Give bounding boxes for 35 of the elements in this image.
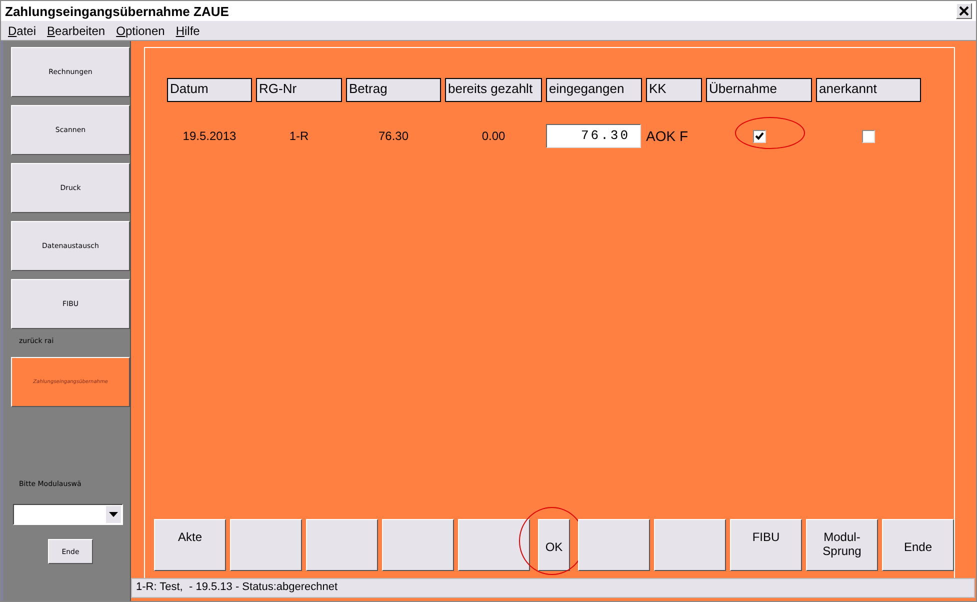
- close-icon[interactable]: [956, 3, 972, 19]
- action-button[interactable]: [230, 519, 302, 571]
- menu-item[interactable]: Optionen: [116, 24, 165, 38]
- action-button[interactable]: [578, 519, 650, 571]
- action-button[interactable]: FIBU: [730, 519, 802, 571]
- action-button[interactable]: Akte: [154, 519, 226, 571]
- checkbox[interactable]: [752, 130, 766, 142]
- column-header: Übernahme: [706, 78, 812, 102]
- action-button[interactable]: [654, 519, 726, 571]
- action-button[interactable]: [458, 519, 530, 571]
- table-cell-text: 76.30: [377, 129, 410, 143]
- status-bar: 1-R: Test, - 19.5.13 - Status:abgerechnet: [131, 578, 975, 598]
- column-header: RG-Nr: [256, 78, 342, 102]
- action-button[interactable]: [382, 519, 454, 571]
- column-header: anerkannt: [816, 78, 921, 102]
- window-title: Zahlungseingangsübernahme ZAUE: [5, 4, 229, 18]
- column-header: Datum: [167, 78, 252, 102]
- column-header: bereits gezahlt: [445, 78, 542, 102]
- table-cell: AOK F: [646, 128, 688, 144]
- menu-item[interactable]: Bearbeiten: [47, 24, 106, 38]
- amount-field[interactable]: 76.30: [546, 124, 641, 148]
- column-header: eingegangen: [546, 78, 642, 102]
- menu-item[interactable]: Hilfe: [176, 24, 200, 38]
- checkbox[interactable]: [862, 130, 875, 142]
- column-header: Betrag: [346, 78, 441, 102]
- column-header: KK: [646, 78, 702, 102]
- table-cell-text: 1-R: [288, 129, 310, 143]
- table-cell-text: 19.5.2013: [182, 129, 238, 143]
- action-button[interactable]: OK: [538, 519, 570, 571]
- action-button[interactable]: Modul- Sprung: [806, 519, 878, 571]
- menu-item[interactable]: Datei: [8, 24, 36, 38]
- module-dropdown[interactable]: [13, 504, 123, 525]
- action-button[interactable]: [306, 519, 378, 571]
- table-cell-text: 0.00: [480, 129, 506, 143]
- action-button[interactable]: Ende: [882, 519, 954, 571]
